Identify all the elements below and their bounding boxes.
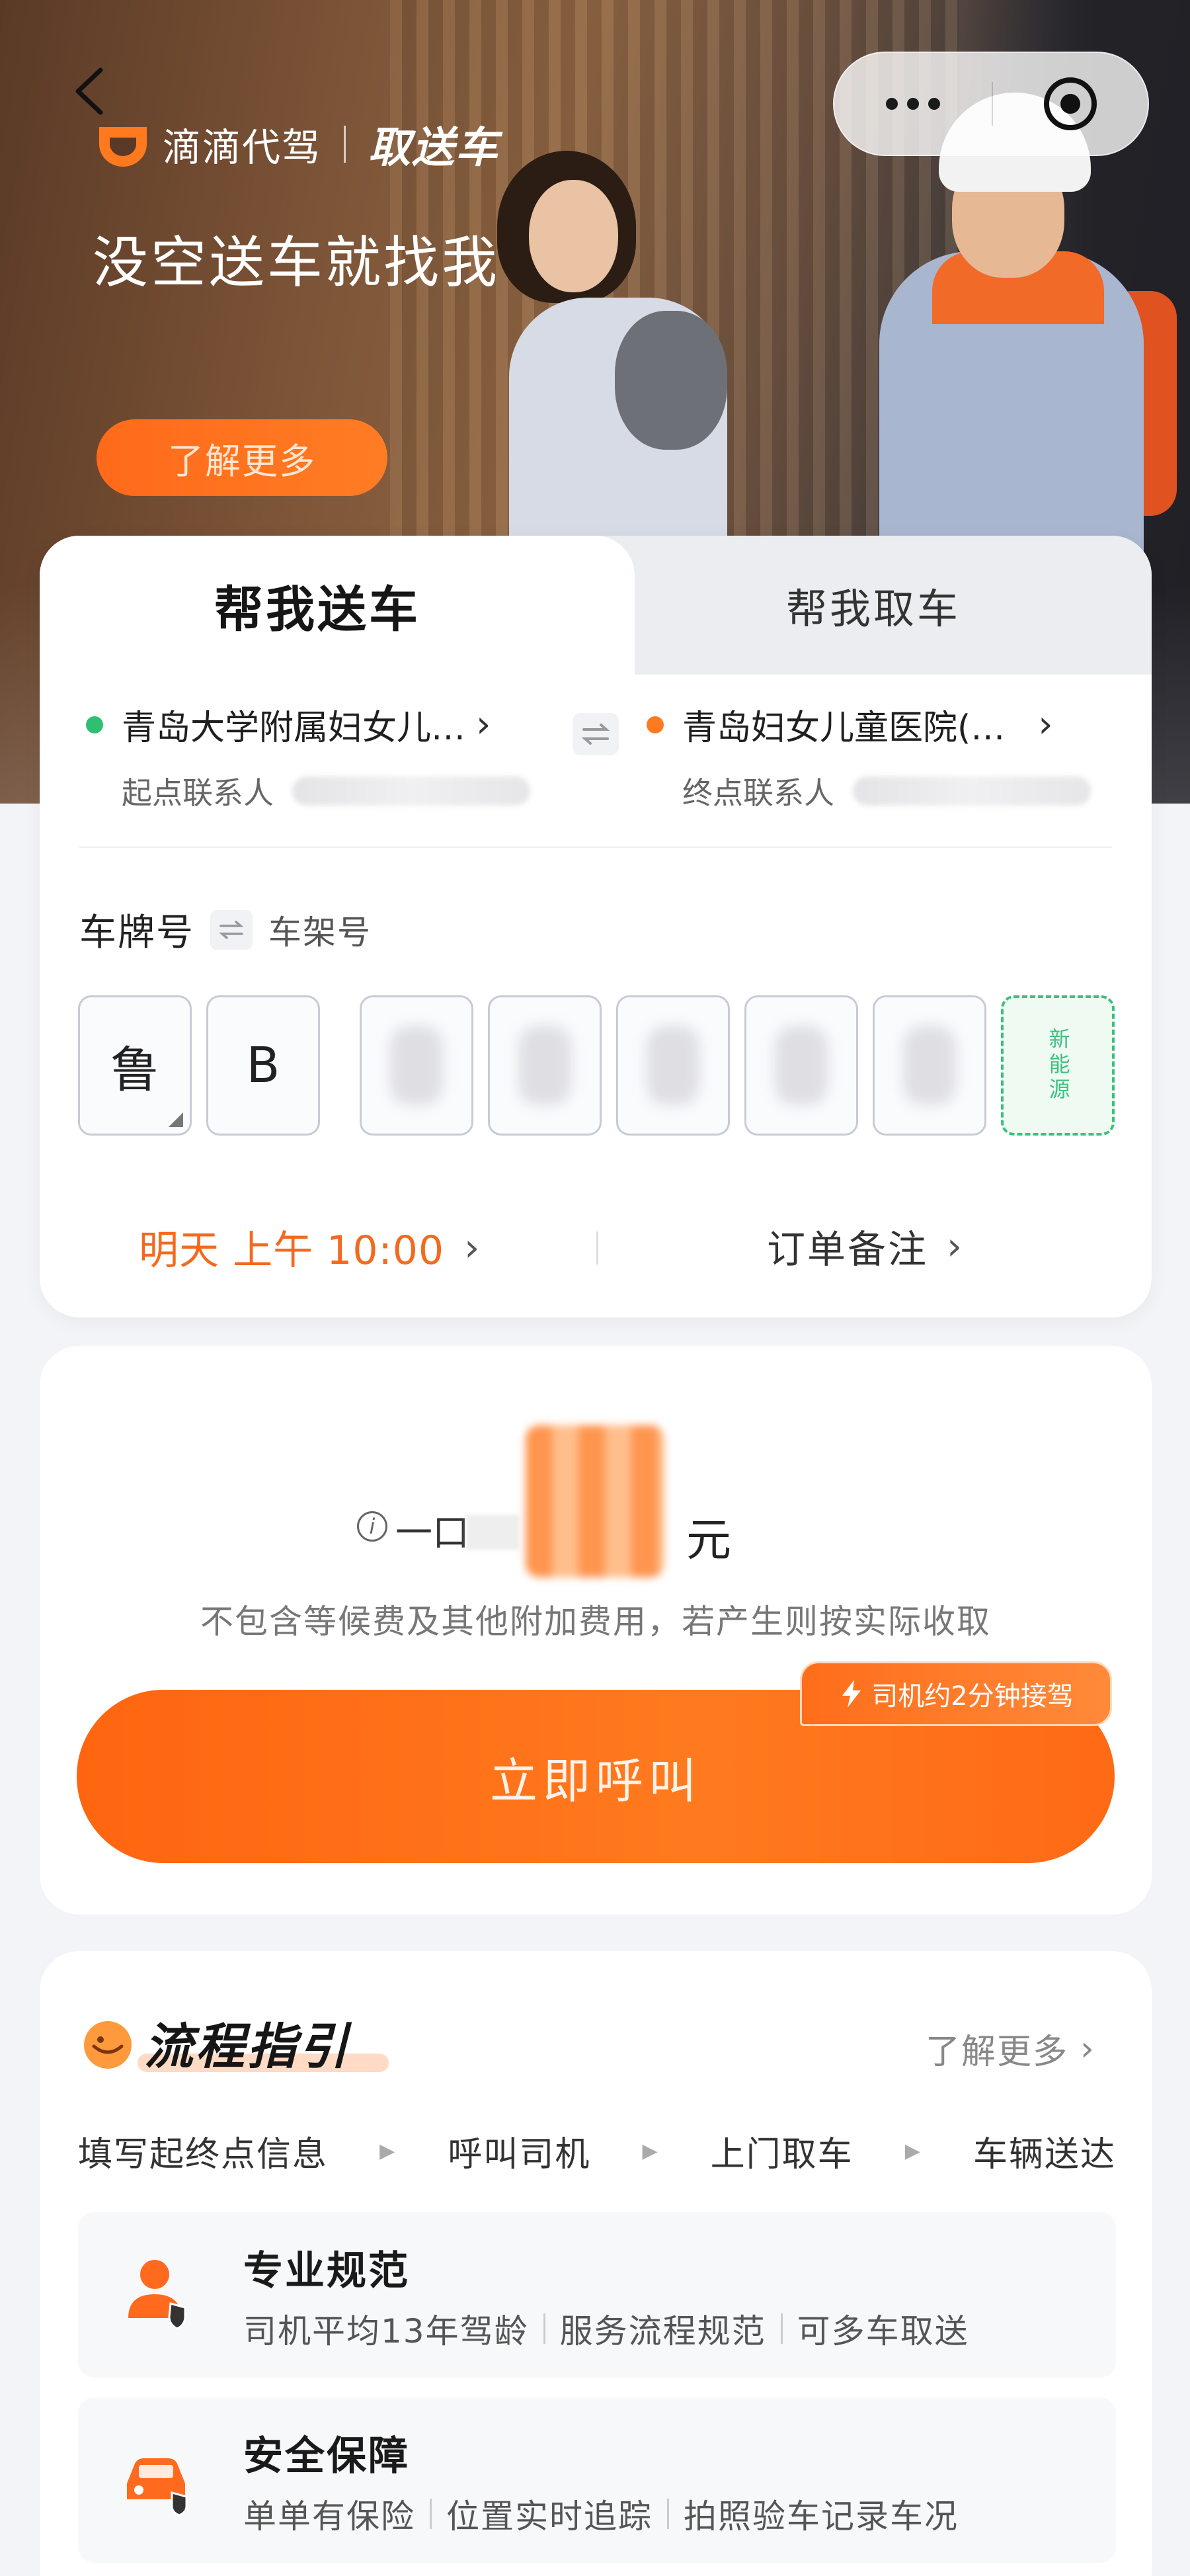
- order-note[interactable]: 订单备注 ›: [767, 1218, 964, 1274]
- start-address-field[interactable]: 青岛大学附属妇女儿… › 起点联系人: [86, 700, 530, 819]
- chevron-right-icon: ›: [1080, 2028, 1095, 2069]
- plate-char-box[interactable]: [616, 995, 730, 1136]
- step-arrow-icon: ▶: [642, 2140, 659, 2163]
- plate-char-box[interactable]: [360, 995, 473, 1136]
- more-menu-icon[interactable]: [834, 98, 992, 110]
- step-arrow-icon: ▶: [904, 2140, 922, 2163]
- lightning-icon: [842, 1680, 861, 1708]
- brand-header: 滴滴代驾 取送车: [94, 114, 499, 175]
- feature-points: 司机平均13年驾龄 服务流程规范 可多车取送: [243, 2312, 969, 2350]
- feature-title: 安全保障: [243, 2433, 410, 2479]
- back-arrow-icon[interactable]: [66, 65, 112, 118]
- chevron-right-icon: ›: [476, 703, 491, 746]
- price-disclaimer: 不包含等候费及其他附加费用，若产生则按实际收取: [200, 1602, 991, 1641]
- plate-title: 车牌号: [79, 911, 194, 954]
- step-label: 填写起终点信息: [78, 2135, 329, 2175]
- chevron-right-icon: ›: [464, 1224, 481, 1270]
- plate-province-box[interactable]: 鲁: [78, 995, 192, 1136]
- feature-points: 单单有保险 位置实时追踪 拍照验车记录车况: [243, 2497, 959, 2536]
- end-address-field[interactable]: 青岛妇女儿童医院(… › 终点联系人: [647, 700, 1091, 819]
- driver-shield-icon: [128, 2260, 186, 2330]
- tab-send-car[interactable]: 帮我送车: [40, 536, 595, 675]
- didi-logo-icon: [99, 127, 147, 167]
- service-name: 取送车: [368, 124, 500, 173]
- brand-name: 滴滴代驾: [163, 125, 322, 170]
- tab-pick-car[interactable]: 帮我取车: [595, 536, 1152, 675]
- plate-char-box[interactable]: [873, 995, 986, 1136]
- process-learn-more-link[interactable]: 了解更多 ›: [926, 2024, 1095, 2073]
- process-steps: 填写起终点信息 ▶ 呼叫司机 ▶ 上门取车 ▶ 车辆送达: [78, 2126, 1116, 2176]
- price-row: i 一口 元: [317, 1412, 873, 1577]
- slogan: 没空送车就找我: [93, 230, 500, 295]
- end-address: 青岛妇女儿童医院(…: [682, 708, 1006, 748]
- start-address: 青岛大学附属妇女儿…: [122, 708, 466, 748]
- smile-badge-icon: [84, 2020, 132, 2069]
- appointment-time[interactable]: 明天 上午 10:00 ›: [139, 1218, 480, 1276]
- close-miniprogram-icon[interactable]: [993, 73, 1148, 134]
- miniprogram-capsule: [833, 52, 1149, 156]
- step-label: 车辆送达: [972, 2135, 1116, 2175]
- feature-safety: 安全保障 单单有保险 位置实时追踪 拍照验车记录车况: [78, 2397, 1116, 2563]
- cat-figure: [615, 311, 727, 450]
- order-card: 帮我送车 帮我取车 青岛大学附属妇女儿… › 起点联系人 青岛妇女儿童医院(… …: [40, 536, 1152, 1317]
- start-contact-label: 起点联系人: [122, 775, 274, 811]
- info-icon[interactable]: i: [357, 1511, 387, 1542]
- step-label: 上门取车: [710, 2135, 853, 2175]
- price-prefix: 一口: [395, 1512, 469, 1555]
- swap-address-icon[interactable]: [573, 713, 619, 755]
- plate-letter-box[interactable]: B: [206, 995, 320, 1136]
- feature-professional: 专业规范 司机平均13年驾龄 服务流程规范 可多车取送: [78, 2212, 1116, 2378]
- process-title: 流程指引: [144, 2018, 350, 2075]
- start-contact-phone-redacted: [292, 776, 530, 806]
- eta-badge: 司机约2分钟接驾: [800, 1661, 1112, 1726]
- feature-title: 专业规范: [243, 2248, 410, 2294]
- plate-char-box[interactable]: [488, 995, 602, 1136]
- step-label: 呼叫司机: [448, 2135, 591, 2175]
- vin-label[interactable]: 车架号: [268, 906, 372, 954]
- end-contact-label: 终点联系人: [682, 775, 834, 811]
- plate-header: 车牌号 车架号: [79, 903, 372, 956]
- start-dot: [86, 716, 103, 733]
- chevron-right-icon: ›: [1038, 703, 1053, 746]
- chevron-right-icon: ›: [947, 1224, 965, 1268]
- end-dot: [647, 716, 664, 733]
- price-amount-redacted: [526, 1425, 664, 1577]
- end-contact-phone-redacted: [853, 776, 1091, 806]
- switch-plate-type-icon[interactable]: [210, 909, 253, 950]
- learn-more-button[interactable]: 了解更多: [97, 419, 387, 496]
- process-header: 流程指引: [78, 2007, 389, 2078]
- step-arrow-icon: ▶: [379, 2140, 397, 2163]
- plate-char-box[interactable]: [744, 995, 858, 1136]
- price-unit: 元: [686, 1515, 732, 1567]
- plate-new-energy-box[interactable]: 新能源: [1001, 995, 1115, 1136]
- car-shield-icon: [127, 2458, 188, 2516]
